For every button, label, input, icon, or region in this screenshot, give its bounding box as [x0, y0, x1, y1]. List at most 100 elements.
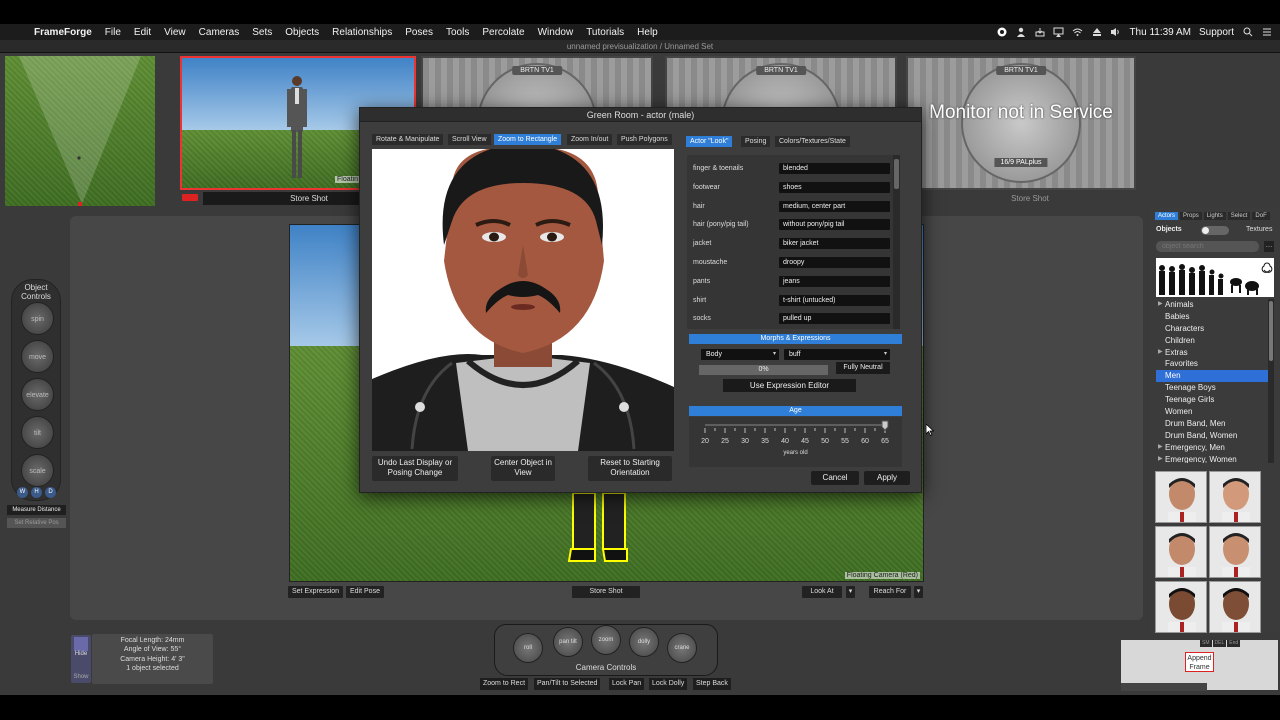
properties-scrollbar[interactable]: [893, 155, 900, 329]
step-back-button[interactable]: Step Back: [693, 678, 731, 690]
reach-for-dropdown-icon[interactable]: ▾: [914, 586, 923, 598]
tab-posing[interactable]: Posing: [741, 136, 771, 147]
move-knob[interactable]: move: [21, 340, 54, 373]
category-item[interactable]: ▶ Extras: [1156, 347, 1268, 359]
actor-thumbnail[interactable]: [1155, 526, 1207, 578]
category-scrollbar[interactable]: [1268, 299, 1274, 463]
disclosure-triangle-icon[interactable]: ▶: [1158, 454, 1163, 463]
property-value-select[interactable]: biker jacket: [779, 238, 890, 250]
category-silhouettes[interactable]: [1156, 258, 1274, 297]
menu-edit[interactable]: Edit: [134, 27, 151, 38]
undo-last-change-button[interactable]: Undo Last Display or Posing Change: [372, 456, 458, 481]
menu-tutorials[interactable]: Tutorials: [586, 27, 624, 38]
menu-file[interactable]: File: [105, 27, 121, 38]
set-relative-pos-button[interactable]: Set Relative Pos: [7, 518, 66, 528]
category-item[interactable]: Drum Band, Women: [1156, 430, 1268, 442]
edit-pose-button[interactable]: Edit Pose: [346, 586, 384, 598]
property-value-select[interactable]: t-shirt (untucked): [779, 294, 890, 306]
append-frame-button[interactable]: Append Frame: [1185, 652, 1214, 672]
actor-thumbnail[interactable]: [1155, 581, 1207, 633]
menu-window[interactable]: Window: [538, 27, 574, 38]
menu-sets[interactable]: Sets: [252, 27, 272, 38]
crane-knob[interactable]: crane: [667, 633, 697, 663]
pan-tilt-knob[interactable]: pan tilt: [553, 627, 583, 657]
tray-icon[interactable]: [1034, 27, 1045, 38]
dolly-knob[interactable]: dolly: [629, 627, 659, 657]
category-item[interactable]: ▶ Animals: [1156, 299, 1268, 311]
set-expression-button[interactable]: Set Expression: [288, 586, 344, 598]
actor-thumbnail[interactable]: [1155, 471, 1207, 523]
objects-textures-toggle[interactable]: [1201, 226, 1229, 235]
properties-scroll-thumb[interactable]: [894, 159, 899, 189]
record-icon[interactable]: [996, 27, 1007, 38]
zoom-to-rect-button[interactable]: Zoom to Rect: [480, 678, 529, 690]
category-item[interactable]: Women: [1156, 406, 1268, 418]
menu-percolate[interactable]: Percolate: [482, 27, 524, 38]
volume-icon[interactable]: [1110, 27, 1121, 38]
airplay-icon[interactable]: [1053, 27, 1064, 38]
property-value-select[interactable]: jeans: [779, 275, 890, 287]
monitor-testcard-3[interactable]: BRTN TV1 Monitor not in Service 16/9 PAL…: [906, 56, 1136, 190]
morph-type-select[interactable]: buff ▾: [784, 349, 890, 360]
tab-actors[interactable]: Actors: [1155, 212, 1179, 220]
roll-knob[interactable]: roll: [513, 633, 543, 663]
tab-dof[interactable]: DoF: [1252, 212, 1270, 220]
category-item[interactable]: Children: [1156, 335, 1268, 347]
actor-thumbnail[interactable]: [1209, 581, 1261, 633]
depth-toggle[interactable]: D: [45, 487, 56, 498]
expression-editor-button[interactable]: Use Expression Editor: [723, 379, 856, 392]
tab-props[interactable]: Props: [1180, 212, 1202, 220]
end-button[interactable]: End: [1227, 640, 1241, 647]
menu-cameras[interactable]: Cameras: [199, 27, 240, 38]
category-item[interactable]: Drum Band, Men: [1156, 418, 1268, 430]
object-search-input[interactable]: [1156, 241, 1259, 252]
category-item[interactable]: ▶ Emergency, Men: [1156, 442, 1268, 454]
support-menu[interactable]: Support: [1199, 27, 1234, 38]
property-value-select[interactable]: shoes: [779, 181, 890, 193]
disclosure-triangle-icon[interactable]: ▶: [1158, 347, 1163, 359]
property-value-select[interactable]: medium, center part: [779, 200, 890, 212]
lock-pan-button[interactable]: Lock Pan: [609, 678, 645, 690]
tab-zoom-to-rectangle[interactable]: Zoom to Rectangle: [494, 134, 562, 145]
menu-app-name[interactable]: FrameForge: [34, 27, 92, 38]
menu-objects[interactable]: Objects: [285, 27, 319, 38]
actor-viewport[interactable]: [372, 149, 674, 451]
category-item[interactable]: Teenage Boys: [1156, 382, 1268, 394]
category-item[interactable]: Characters: [1156, 323, 1268, 335]
control-center-icon[interactable]: [1261, 27, 1272, 38]
hide-show-toggle[interactable]: Hide Show: [71, 635, 91, 683]
menu-tools[interactable]: Tools: [446, 27, 469, 38]
measure-distance-button[interactable]: Measure Distance: [7, 505, 66, 515]
category-item[interactable]: Favorites: [1156, 358, 1268, 370]
menu-poses[interactable]: Poses: [405, 27, 433, 38]
scale-knob[interactable]: scale: [21, 454, 54, 487]
pan-tilt-to-selected-button[interactable]: Pan/Tilt to Selected: [534, 678, 601, 690]
menu-help[interactable]: Help: [637, 27, 658, 38]
age-slider[interactable]: 20 25 30 35 40 45 50 55 60 65: [689, 417, 902, 451]
menu-view[interactable]: View: [164, 27, 186, 38]
age-slider-thumb[interactable]: [881, 420, 889, 431]
morph-amount-slider[interactable]: 0%: [699, 365, 828, 375]
category-scroll-thumb[interactable]: [1269, 301, 1273, 361]
tab-zoom-in-out[interactable]: Zoom In/out: [567, 134, 613, 145]
store-shot-main-button[interactable]: Store Shot: [572, 586, 640, 598]
property-value-select[interactable]: without pony/pig tail: [779, 219, 890, 231]
search-icon[interactable]: [1242, 27, 1253, 38]
tab-rotate-manipulate[interactable]: Rotate & Manipulate: [372, 134, 444, 145]
apply-button[interactable]: Apply: [864, 471, 910, 485]
menu-relationships[interactable]: Relationships: [332, 27, 392, 38]
lock-dolly-button[interactable]: Lock Dolly: [649, 678, 688, 690]
fully-neutral-button[interactable]: Fully Neutral: [836, 362, 890, 374]
property-value-select[interactable]: blended: [779, 163, 890, 174]
user-icon[interactable]: [1015, 27, 1026, 38]
overhead-view[interactable]: [5, 56, 155, 206]
cancel-button[interactable]: Cancel: [811, 471, 859, 485]
del-button[interactable]: DEL: [1212, 640, 1227, 647]
tab-lights[interactable]: Lights: [1203, 212, 1226, 220]
clock[interactable]: Thu 11:39 AM: [1129, 27, 1191, 38]
elevate-knob[interactable]: elevate: [21, 378, 54, 411]
zoom-knob[interactable]: zoom: [591, 625, 621, 655]
tab-select[interactable]: Select: [1227, 212, 1251, 220]
tab-actor-look[interactable]: Actor "Look": [686, 136, 733, 147]
disclosure-triangle-icon[interactable]: ▶: [1158, 299, 1163, 311]
